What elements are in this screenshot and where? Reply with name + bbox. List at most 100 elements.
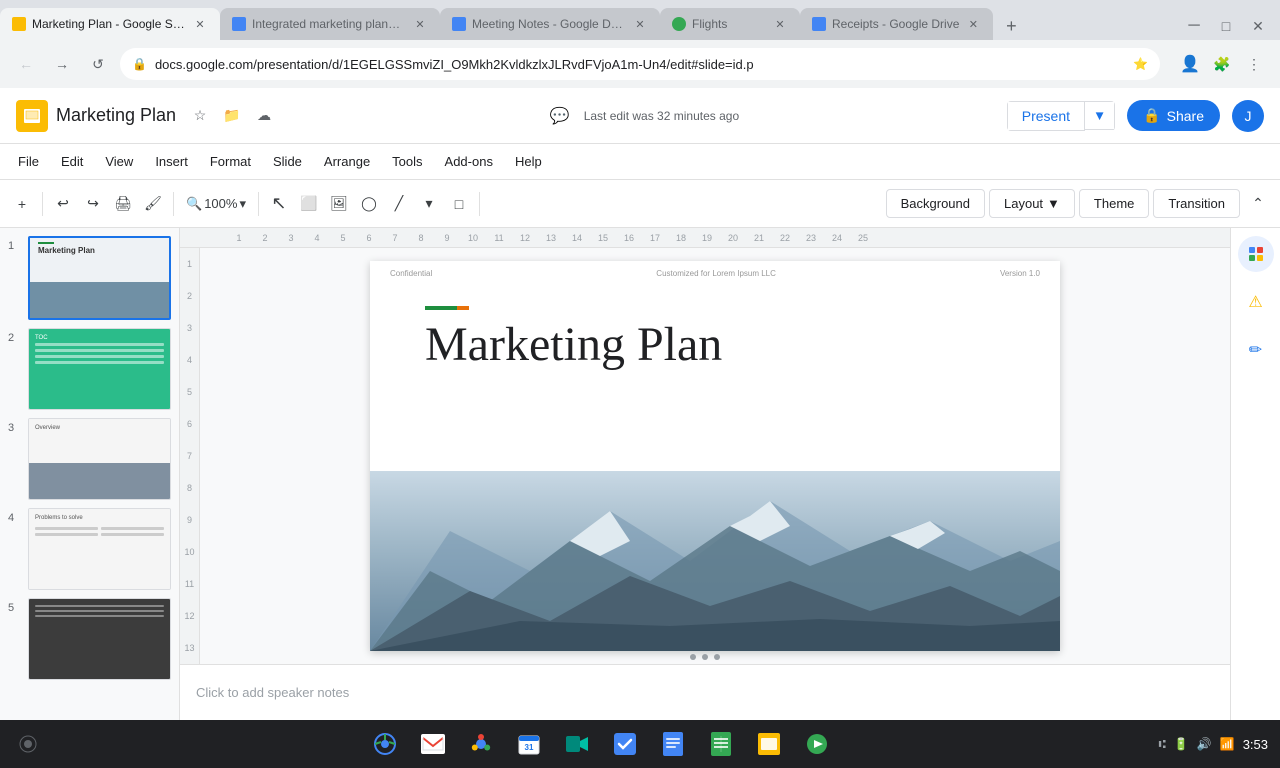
back-button[interactable]: ←	[12, 50, 40, 78]
explore-icon[interactable]	[1238, 236, 1274, 272]
menu-addons[interactable]: Add-ons	[435, 150, 503, 173]
taskbar-tasks[interactable]	[607, 726, 643, 762]
star-button[interactable]: ☆	[188, 104, 212, 128]
menu-tools[interactable]: Tools	[382, 150, 432, 173]
zoom-select[interactable]: 🔍 100% ▾	[180, 192, 252, 216]
redo-button[interactable]: ↪	[79, 190, 107, 218]
shapes-tool[interactable]: ◯	[355, 190, 383, 218]
extension-icon[interactable]: 🧩	[1208, 50, 1236, 78]
tab-marketing-plan[interactable]: Marketing Plan - Google Slides ✕	[0, 8, 220, 40]
slide-thumb-1[interactable]: Marketing Plan	[28, 236, 171, 320]
profile-icon[interactable]: 👤	[1176, 50, 1204, 78]
minimize-button[interactable]: ─	[1180, 12, 1208, 40]
address-input[interactable]: 🔒 docs.google.com/presentation/d/1EGELGS…	[120, 48, 1160, 80]
cloud-button[interactable]: ☁	[252, 104, 276, 128]
header-right: Present ▼ 🔒 Share J	[1007, 100, 1264, 132]
theme-button[interactable]: Theme	[1079, 189, 1149, 218]
slide-canvas[interactable]: Confidential Customized for Lorem Ipsum …	[370, 261, 1060, 651]
print-button[interactable]: 🖨	[109, 190, 137, 218]
image-tool[interactable]: 🖼	[325, 190, 353, 218]
menu-file[interactable]: File	[8, 150, 49, 173]
layout-button[interactable]: Layout ▼	[989, 189, 1075, 218]
slide-item-1[interactable]: 1 Marketing Plan	[8, 236, 171, 320]
share-button[interactable]: 🔒 Share	[1127, 100, 1220, 131]
add-button[interactable]: +	[8, 190, 36, 218]
menu-arrange[interactable]: Arrange	[314, 150, 380, 173]
tab-title-2: Integrated marketing plans - Go...	[252, 17, 406, 31]
notifications-icon[interactable]: ⚠	[1238, 284, 1274, 320]
taskbar-meet[interactable]	[559, 726, 595, 762]
menu-help[interactable]: Help	[505, 150, 552, 173]
slide-item-2[interactable]: 2 TOC	[8, 328, 171, 410]
menu-slide[interactable]: Slide	[263, 150, 312, 173]
taskbar-chrome[interactable]	[367, 726, 403, 762]
slide-title[interactable]: Marketing Plan	[425, 317, 722, 372]
ruler-num-1: 1	[226, 233, 252, 243]
tab-close-2[interactable]: ✕	[412, 16, 428, 32]
line-tool[interactable]: ╱	[385, 190, 413, 218]
comment-button[interactable]: 💬	[544, 100, 576, 132]
taskbar-wifi-icon: 📶	[1220, 737, 1235, 751]
undo-button[interactable]: ↩	[49, 190, 77, 218]
collapse-toolbar-button[interactable]: ⌃	[1244, 190, 1272, 218]
ruler-num-18: 18	[668, 233, 694, 243]
slide-thumb-3[interactable]: Overview	[28, 418, 171, 500]
taskbar-battery-icon: 🔋	[1174, 737, 1189, 751]
taskbar-docs[interactable]	[655, 726, 691, 762]
background-button[interactable]: Background	[886, 189, 985, 218]
ruler-left-9: 9	[180, 504, 200, 536]
present-dropdown-button[interactable]: ▼	[1085, 101, 1115, 130]
menu-edit[interactable]: Edit	[51, 150, 93, 173]
tab-title-5: Receipts - Google Drive	[832, 17, 959, 31]
new-tab-button[interactable]: +	[997, 12, 1025, 40]
header-icons: ☆ 📁 ☁	[188, 104, 276, 128]
select-tool[interactable]: ⬜	[295, 190, 323, 218]
close-button[interactable]: ✕	[1244, 12, 1272, 40]
taskbar-slides[interactable]	[751, 726, 787, 762]
maximize-button[interactable]: □	[1212, 12, 1240, 40]
taskbar-system-icon[interactable]	[12, 728, 44, 760]
slide-thumb-2[interactable]: TOC	[28, 328, 171, 410]
ruler-num-20: 20	[720, 233, 746, 243]
tab-favicon-1	[12, 17, 26, 31]
menu-view[interactable]: View	[95, 150, 143, 173]
taskbar-sheets[interactable]	[703, 726, 739, 762]
taskbar-gmail[interactable]	[415, 726, 451, 762]
reload-button[interactable]: ↺	[84, 50, 112, 78]
slide-thumb-5[interactable]	[28, 598, 171, 680]
tab-flights[interactable]: Flights ✕	[660, 8, 800, 40]
tab-receipts[interactable]: Receipts - Google Drive ✕	[800, 8, 993, 40]
slide-item-5[interactable]: 5	[8, 598, 171, 680]
tab-meeting-notes[interactable]: Meeting Notes - Google Docs ✕	[440, 8, 660, 40]
slide-thumb-4[interactable]: Problems to solve	[28, 508, 171, 590]
folder-button[interactable]: 📁	[220, 104, 244, 128]
forward-button[interactable]: →	[48, 50, 76, 78]
line-dropdown[interactable]: ▾	[415, 190, 443, 218]
slide-item-4[interactable]: 4 Problems to solve	[8, 508, 171, 590]
taskbar-left	[12, 728, 44, 760]
menu-format[interactable]: Format	[200, 150, 261, 173]
avatar[interactable]: J	[1232, 100, 1264, 132]
slide-panel: 1 Marketing Plan 2 TOC	[0, 228, 180, 720]
taskbar-photos[interactable]	[463, 726, 499, 762]
tab-title-1: Marketing Plan - Google Slides	[32, 17, 186, 31]
comment-tool[interactable]: □	[445, 190, 473, 218]
menu-insert[interactable]: Insert	[145, 150, 198, 173]
speaker-notes[interactable]: Click to add speaker notes	[180, 664, 1230, 720]
browser-menu-button[interactable]: ⋮	[1240, 50, 1268, 78]
tab-close-5[interactable]: ✕	[965, 16, 981, 32]
taskbar-calendar[interactable]: 31	[511, 726, 547, 762]
slide-item-3[interactable]: 3 Overview	[8, 418, 171, 500]
tab-close-3[interactable]: ✕	[632, 16, 648, 32]
mountain-silhouette-svg	[370, 471, 1060, 651]
tab-close-4[interactable]: ✕	[772, 16, 788, 32]
present-main-button[interactable]: Present	[1007, 101, 1085, 131]
accent-green-bar	[425, 306, 457, 310]
edit-icon[interactable]: ✏	[1238, 332, 1274, 368]
tab-close-1[interactable]: ✕	[192, 16, 208, 32]
tab-integrated[interactable]: Integrated marketing plans - Go... ✕	[220, 8, 440, 40]
transition-button[interactable]: Transition	[1153, 189, 1240, 218]
paint-format-button[interactable]: 🖌	[139, 190, 167, 218]
taskbar-play[interactable]	[799, 726, 835, 762]
cursor-tool[interactable]: ↖	[265, 190, 293, 218]
